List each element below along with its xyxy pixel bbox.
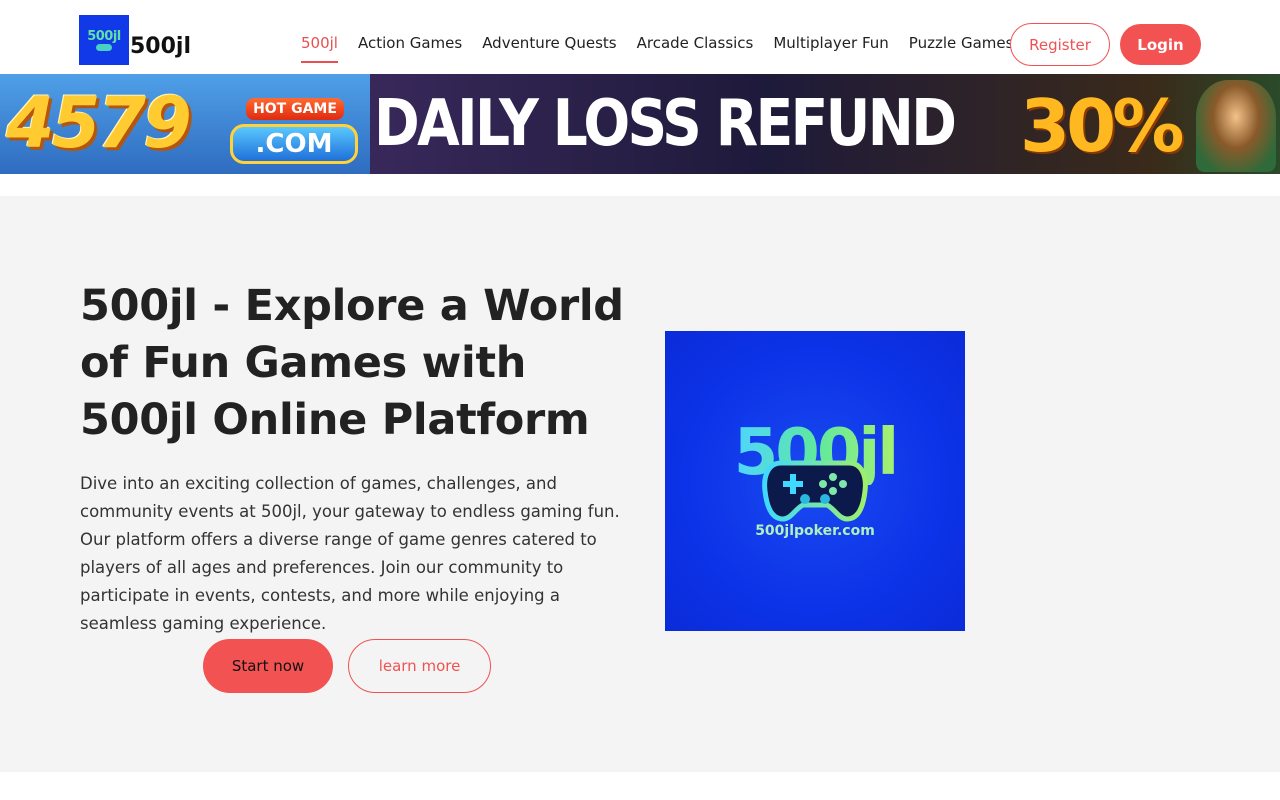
nav-item-home[interactable]: 500jl (301, 34, 338, 63)
main-nav: 500jl Action Games Adventure Quests Arca… (301, 34, 1033, 64)
hero-title: 500jl - Explore a World of Fun Games wit… (80, 281, 624, 445)
learn-more-button[interactable]: learn more (348, 639, 491, 693)
nav-item-adventure-quests[interactable]: Adventure Quests (482, 34, 616, 64)
banner-hot-game-badge: HOT GAME (246, 98, 344, 120)
nav-item-multiplayer-fun[interactable]: Multiplayer Fun (773, 34, 888, 64)
site-header: 500jl 500jl 500jl Action Games Adventure… (0, 0, 1280, 74)
gamepad-icon (762, 460, 868, 522)
nav-item-puzzle-games[interactable]: Puzzle Games (909, 34, 1014, 64)
nav-item-action-games[interactable]: Action Games (358, 34, 462, 64)
banner-character-illustration (1196, 80, 1276, 172)
banner-headline: DAILY LOSS REFUND (374, 87, 957, 161)
logo-link[interactable]: 500jl 500jl (79, 15, 191, 65)
nav-item-arcade-classics[interactable]: Arcade Classics (637, 34, 754, 64)
hero-description: Dive into an exciting collection of game… (80, 474, 620, 633)
banner-percent: 30% (1020, 84, 1184, 168)
start-now-button[interactable]: Start now (203, 639, 333, 693)
register-button[interactable]: Register (1010, 23, 1110, 66)
hero-section: 500jl - Explore a World of Fun Games wit… (0, 196, 1280, 772)
banner-domain-badge: .COM (230, 124, 358, 164)
site-name: 500jl (130, 33, 192, 59)
logo-image: 500jl (79, 15, 129, 65)
gamepad-icon (96, 43, 112, 51)
banner-spacer (0, 174, 1280, 196)
hero-logo-image: 500jl 500jlpoker.com (665, 331, 965, 631)
promo-banner[interactable]: 4579 HOT GAME .COM DAILY LOSS REFUND 30% (0, 74, 1280, 174)
logo-image-text: 500jl (87, 28, 121, 44)
page-footer-edge (0, 772, 1280, 800)
banner-number: 4579 (6, 82, 192, 164)
hero-image-domain: 500jlpoker.com (755, 523, 875, 539)
login-button[interactable]: Login (1120, 24, 1201, 65)
